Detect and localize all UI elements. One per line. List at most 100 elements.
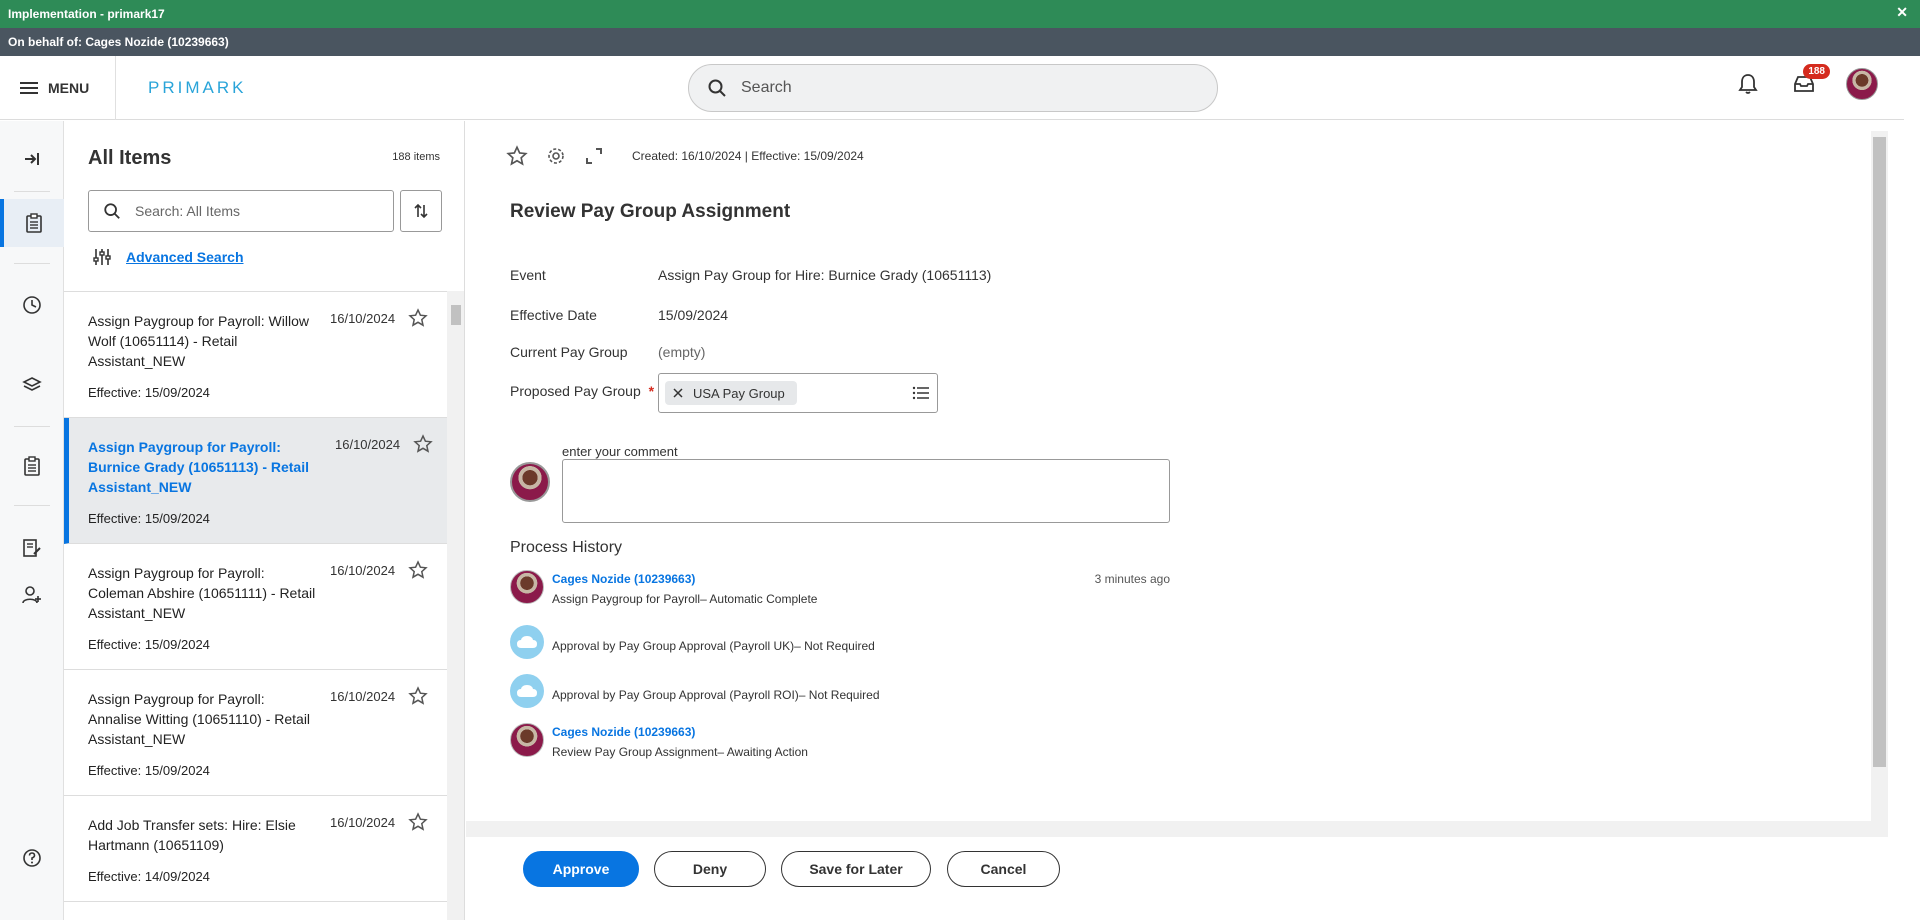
cloud-icon [510, 625, 544, 659]
list-item-effective: Effective: 15/09/2024 [88, 637, 210, 652]
rail-layers[interactable] [0, 361, 64, 409]
inbox-items-list: Assign Paygroup for Payroll: Willow Wolf… [64, 291, 447, 920]
avatar [510, 723, 544, 757]
process-history-title: Process History [510, 539, 623, 556]
hamburger-icon [20, 81, 38, 94]
advanced-search-link[interactable]: Advanced Search [92, 247, 244, 267]
approve-button[interactable]: Approve [523, 851, 639, 887]
list-item-effective: Effective: 15/09/2024 [88, 511, 210, 526]
save-for-later-button[interactable]: Save for Later [781, 851, 931, 887]
list-item[interactable]: Add Job Transfer sets: Hire: Elsie Hartm… [64, 796, 447, 902]
proposed-pay-group-field: Proposed Pay Group * [510, 383, 654, 399]
list-scrollbar-thumb[interactable] [451, 305, 461, 325]
commenter-avatar [510, 462, 550, 502]
cancel-button[interactable]: Cancel [947, 851, 1060, 887]
menu-label: MENU [48, 79, 90, 96]
inbox-list-pane: All Items 188 items Search: All Items Ad… [64, 121, 465, 920]
list-item[interactable]: Assign Paygroup for Payroll: Willow Wolf… [64, 292, 447, 418]
close-icon[interactable]: ✕ [1896, 4, 1908, 21]
created-effective-meta: Created: 16/10/2024 | Effective: 15/09/2… [632, 149, 864, 163]
layers-icon [22, 377, 42, 391]
on-behalf-text: On behalf of: Cages Nozide (10239663) [8, 35, 229, 49]
user-avatar[interactable] [1846, 68, 1878, 100]
rail-edit-document[interactable] [0, 524, 64, 572]
list-item-title: Assign Paygroup for Payroll: Willow Wolf… [88, 313, 309, 369]
effective-date-field: Effective Date 15/09/2024 [510, 307, 728, 323]
sort-button[interactable] [400, 190, 442, 232]
rail-history[interactable] [0, 281, 64, 329]
list-item-effective: Effective: 15/09/2024 [88, 385, 210, 400]
inbox-button[interactable]: 188 [1790, 64, 1830, 98]
notifications-button[interactable] [1734, 70, 1762, 98]
deny-button[interactable]: Deny [654, 851, 766, 887]
filter-sliders-icon [93, 249, 111, 265]
selected-pay-group-label: USA Pay Group [693, 385, 785, 401]
list-options-icon[interactable] [911, 384, 931, 402]
proposed-pay-group-label: Proposed Pay Group [510, 383, 641, 399]
on-behalf-bar: On behalf of: Cages Nozide (10239663) [0, 28, 1920, 56]
rail-add-person[interactable] [0, 571, 64, 619]
selected-pay-group-pill[interactable]: USA Pay Group [665, 381, 797, 405]
expand-icon[interactable] [584, 146, 604, 166]
list-item-effective: Effective: 14/09/2024 [88, 869, 210, 884]
star-icon[interactable] [408, 308, 428, 328]
list-item-date: 16/10/2024 [330, 311, 396, 326]
rail-tasks[interactable] [0, 442, 64, 490]
list-item[interactable]: Assign Paygroup for Payroll: Coleman Abs… [64, 544, 447, 670]
global-search-placeholder: Search [741, 79, 792, 96]
gear-icon[interactable] [546, 146, 566, 166]
star-icon[interactable] [408, 686, 428, 706]
list-item-title: Assign Paygroup for Payroll: Coleman Abs… [88, 565, 316, 621]
detail-scrollbar-thumb[interactable] [1873, 137, 1886, 767]
detail-horizontal-scrollbar[interactable] [466, 821, 1888, 837]
list-item-title: Assign Paygroup for Payroll: Burnice Gra… [88, 439, 309, 495]
star-icon[interactable] [408, 560, 428, 580]
event-label: Event [510, 267, 546, 283]
list-title: All Items [88, 147, 172, 169]
global-search-input[interactable]: Search [688, 64, 1218, 112]
advanced-search-label: Advanced Search [126, 249, 244, 265]
list-item-date: 16/10/2024 [330, 689, 396, 704]
list-item-effective: Effective: 15/09/2024 [88, 763, 210, 778]
current-pay-group-value: (empty) [658, 344, 706, 360]
left-icon-rail [0, 121, 64, 920]
star-icon[interactable] [408, 812, 428, 832]
comment-textarea[interactable] [562, 459, 1170, 523]
environment-bar: Implementation - primark17 ✕ [0, 0, 1920, 28]
clock-history-icon [23, 296, 41, 314]
avatar [510, 570, 544, 604]
history-action: Review Pay Group Assignment– Awaiting Ac… [552, 745, 808, 759]
action-footer: Approve Deny Save for Later Cancel [466, 837, 1904, 920]
list-item-selected[interactable]: Assign Paygroup for Payroll: Burnice Gra… [64, 418, 447, 544]
list-item-count: 188 items [392, 151, 440, 163]
inbox-count-badge: 188 [1803, 64, 1830, 79]
list-search-input[interactable]: Search: All Items [88, 190, 394, 232]
app-header: MENU PRIMARK Search 188 [0, 55, 1904, 120]
current-pay-group-label: Current Pay Group [510, 344, 628, 360]
effective-date-label: Effective Date [510, 307, 597, 323]
arrow-expand-icon [25, 153, 39, 165]
history-time: 3 minutes ago [1094, 572, 1170, 586]
current-pay-group-field: Current Pay Group (empty) [510, 344, 705, 360]
effective-date-value: 15/09/2024 [658, 307, 729, 323]
star-icon[interactable] [413, 434, 433, 454]
primark-logo[interactable]: PRIMARK [148, 78, 246, 98]
sort-arrows-icon [414, 203, 428, 219]
help-icon [23, 849, 41, 867]
proposed-pay-group-input[interactable]: USA Pay Group [658, 373, 938, 413]
list-scrollbar[interactable] [447, 291, 464, 920]
required-marker: * [648, 383, 655, 399]
expand-rail-button[interactable] [0, 135, 64, 183]
rail-all-items[interactable] [0, 199, 64, 247]
page-title: Review Pay Group Assignment [510, 201, 791, 222]
history-actor-link[interactable]: Cages Nozide (10239663) [552, 725, 695, 739]
list-item[interactable]: Assign Paygroup for Payroll: Annalise Wi… [64, 670, 447, 796]
process-history-entry: Cages Nozide (10239663) Review Pay Group… [510, 723, 1170, 763]
favorite-star-icon[interactable] [506, 145, 528, 167]
list-item-date: 16/10/2024 [330, 563, 396, 578]
remove-x-icon[interactable] [673, 388, 683, 398]
history-actor-link[interactable]: Cages Nozide (10239663) [552, 572, 695, 586]
rail-help[interactable] [0, 834, 64, 882]
menu-button[interactable]: MENU [0, 55, 116, 120]
detail-scrollbar[interactable] [1871, 131, 1888, 821]
